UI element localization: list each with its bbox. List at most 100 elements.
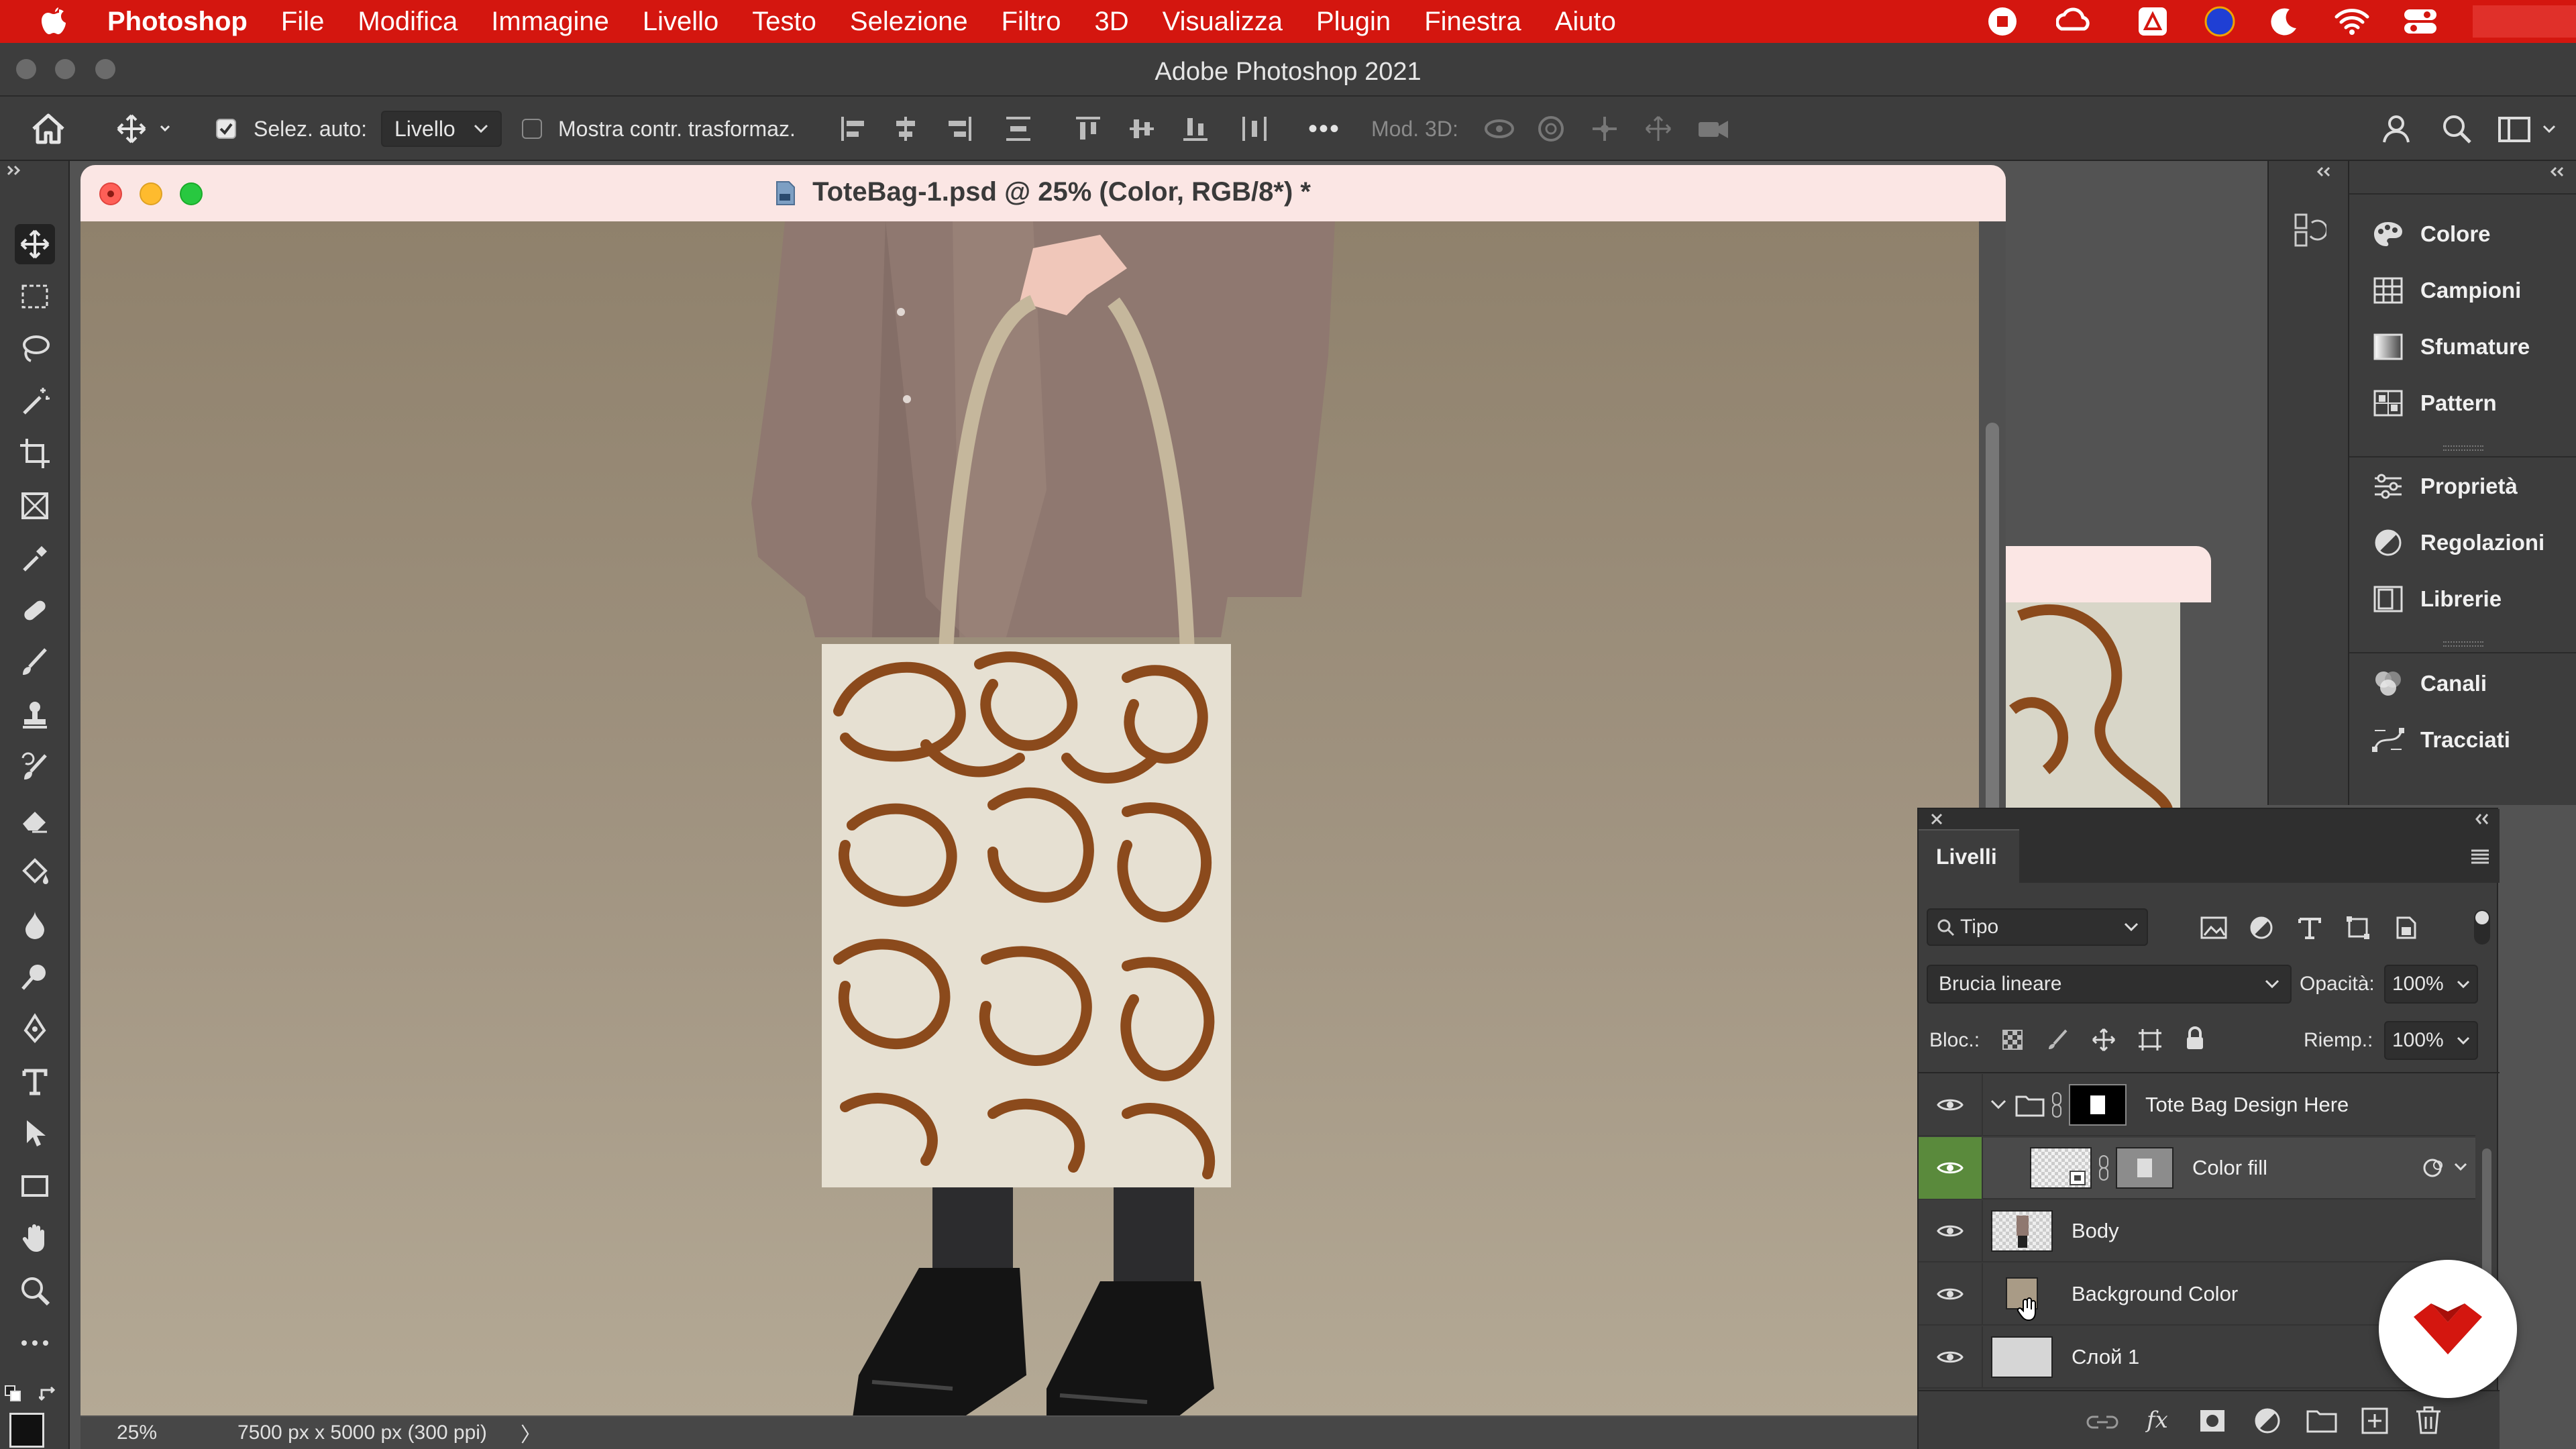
- lock-pixels-icon[interactable]: [2046, 1028, 2070, 1052]
- layer-mask-thumbnail[interactable]: [2116, 1147, 2174, 1189]
- link-chain-icon[interactable]: [2050, 1091, 2063, 1118]
- menu-plugin[interactable]: Plugin: [1316, 7, 1391, 37]
- smart-object-thumbnail[interactable]: [2030, 1147, 2092, 1189]
- dock-item-sfumature[interactable]: Sfumature: [2369, 323, 2530, 370]
- filter-type-icon[interactable]: [2297, 915, 2322, 941]
- swap-colors-icon[interactable]: [39, 1385, 59, 1403]
- filter-toggle[interactable]: [2474, 910, 2490, 945]
- workspace-switcher-icon[interactable]: [2497, 111, 2564, 146]
- close-panel-icon[interactable]: [1929, 812, 1944, 826]
- fx-icon[interactable]: fx: [2144, 1405, 2178, 1434]
- slide-3d-icon[interactable]: [1644, 111, 1673, 146]
- dodge-tool-icon[interactable]: [15, 957, 55, 997]
- more-options-icon[interactable]: •••: [1308, 111, 1340, 146]
- link-layers-icon[interactable]: [2086, 1407, 2118, 1434]
- lock-all-icon[interactable]: [2184, 1026, 2206, 1052]
- layer-effects-icon[interactable]: [2422, 1157, 2469, 1179]
- marquee-tool-icon[interactable]: [15, 276, 55, 317]
- menu-testo[interactable]: Testo: [752, 7, 816, 37]
- orbit-3d-icon[interactable]: [1483, 111, 1516, 146]
- new-layer-icon[interactable]: [2360, 1406, 2390, 1436]
- rectangle-tool-icon[interactable]: [15, 1166, 55, 1206]
- new-adjustment-layer-icon[interactable]: [2253, 1406, 2282, 1436]
- visibility-eye-icon[interactable]: [1919, 1074, 1983, 1136]
- align-right-icon[interactable]: [945, 111, 974, 146]
- clone-stamp-tool-icon[interactable]: [15, 695, 55, 735]
- layer-thumbnail[interactable]: [1991, 1336, 2053, 1378]
- align-bottom-icon[interactable]: [1181, 111, 1210, 146]
- menu-filtro[interactable]: Filtro: [1002, 7, 1061, 37]
- add-mask-icon[interactable]: [2198, 1407, 2227, 1434]
- layer-row-color-fill[interactable]: Color fill: [1919, 1137, 2475, 1199]
- visibility-eye-icon[interactable]: [1919, 1137, 1983, 1199]
- filter-pixel-icon[interactable]: [2200, 916, 2227, 939]
- crop-tool-icon[interactable]: [15, 433, 55, 474]
- camera-3d-icon[interactable]: [1696, 111, 1731, 146]
- lock-transparent-icon[interactable]: [2000, 1028, 2025, 1052]
- edit-toolbar-icon[interactable]: [15, 1323, 55, 1363]
- magic-wand-tool-icon[interactable]: [15, 381, 55, 421]
- brush-tool-icon[interactable]: [15, 643, 55, 683]
- floating-document-window[interactable]: [2006, 546, 2211, 809]
- dock-item-canali[interactable]: Canali: [2369, 660, 2487, 707]
- document-canvas[interactable]: [80, 221, 1979, 1415]
- tab-livelli[interactable]: Livelli: [1919, 829, 2019, 883]
- pen-tool-icon[interactable]: [15, 1009, 55, 1049]
- wifi-icon[interactable]: [2333, 5, 2371, 38]
- collapse-panel-icon[interactable]: [2473, 812, 2493, 826]
- opacity-field[interactable]: 100%: [2384, 965, 2478, 1004]
- fill-field[interactable]: 100%: [2384, 1021, 2478, 1060]
- distribute-horizontal-icon[interactable]: [1240, 111, 1269, 146]
- distribute-vertical-icon[interactable]: [1004, 111, 1033, 146]
- chevron-down-icon[interactable]: [1990, 1098, 2007, 1112]
- dock-item-campioni[interactable]: Campioni: [2369, 267, 2521, 314]
- lock-artboard-icon[interactable]: [2137, 1028, 2163, 1052]
- layer-thumbnail[interactable]: [1991, 1210, 2053, 1252]
- app-menu[interactable]: Photoshop: [107, 7, 248, 37]
- dock-item-pattern[interactable]: Pattern: [2369, 380, 2497, 427]
- align-middle-v-icon[interactable]: [1127, 111, 1157, 146]
- home-icon[interactable]: [30, 111, 67, 146]
- control-center-icon[interactable]: [2402, 5, 2439, 38]
- type-tool-icon[interactable]: [15, 1061, 55, 1102]
- menu-file[interactable]: File: [281, 7, 324, 37]
- align-center-h-icon[interactable]: [891, 111, 920, 146]
- menu-visualizza[interactable]: Visualizza: [1163, 7, 1283, 37]
- visibility-eye-icon[interactable]: [1919, 1263, 1983, 1325]
- menu-aiuto[interactable]: Aiuto: [1555, 7, 1616, 37]
- menu-immagine[interactable]: Immagine: [491, 7, 609, 37]
- auto-select-target-dropdown[interactable]: Livello: [381, 111, 502, 147]
- show-transform-checkbox[interactable]: [522, 111, 542, 146]
- layer-row-body[interactable]: Body: [1919, 1200, 2475, 1263]
- lasso-tool-icon[interactable]: [15, 329, 55, 369]
- healing-brush-tool-icon[interactable]: [15, 590, 55, 631]
- frame-tool-icon[interactable]: [15, 486, 55, 526]
- history-panel-icon[interactable]: [2293, 212, 2326, 250]
- search-icon[interactable]: [2440, 111, 2473, 146]
- dock-group-grip[interactable]: [2443, 445, 2483, 451]
- foreground-color-swatch[interactable]: [9, 1413, 44, 1448]
- acrobat-icon[interactable]: [2136, 5, 2169, 38]
- dock-group-grip[interactable]: [2443, 641, 2483, 647]
- eraser-tool-icon[interactable]: [15, 800, 55, 840]
- collapse-dock-icon[interactable]: [2314, 165, 2334, 178]
- link-chain-icon[interactable]: [2097, 1155, 2110, 1181]
- lock-position-icon[interactable]: [2092, 1028, 2116, 1052]
- visibility-eye-icon[interactable]: [1919, 1326, 1983, 1388]
- menu-selezione[interactable]: Selezione: [850, 7, 968, 37]
- stop-record-icon[interactable]: [1986, 5, 2019, 38]
- filter-adjustment-icon[interactable]: [2249, 915, 2274, 941]
- new-group-icon[interactable]: [2306, 1407, 2337, 1434]
- move-tool-preset-icon[interactable]: [114, 111, 178, 146]
- creative-cloud-icon[interactable]: [2055, 5, 2093, 38]
- roll-3d-icon[interactable]: [1536, 111, 1566, 146]
- dock-item-regolazioni[interactable]: Regolazioni: [2369, 519, 2544, 566]
- menu-livello[interactable]: Livello: [643, 7, 718, 37]
- dock-item-librerie[interactable]: Librerie: [2369, 576, 2502, 623]
- panel-menu-icon[interactable]: [2470, 848, 2490, 865]
- move-tool-icon[interactable]: [15, 224, 55, 264]
- visibility-eye-icon[interactable]: [1919, 1200, 1983, 1262]
- menu-finestra[interactable]: Finestra: [1424, 7, 1521, 37]
- zoom-level[interactable]: 25%: [117, 1421, 217, 1444]
- zoom-tool-icon[interactable]: [15, 1271, 55, 1311]
